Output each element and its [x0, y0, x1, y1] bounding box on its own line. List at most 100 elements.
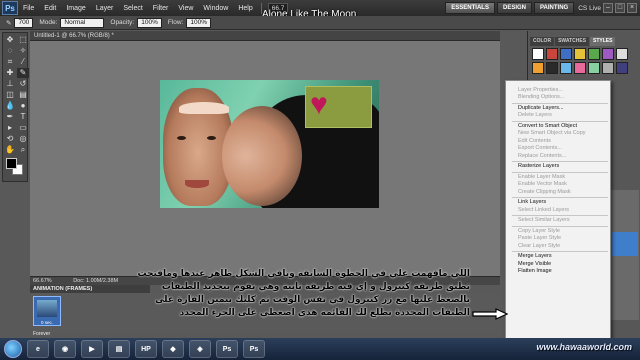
clone-stamp-tool-icon[interactable]: ⊥: [4, 79, 16, 89]
style-swatch[interactable]: [602, 48, 614, 60]
watermark-text: www.hawaaworld.com: [536, 342, 632, 352]
style-swatch[interactable]: [602, 62, 614, 74]
workspace-design-button[interactable]: DESIGN: [496, 2, 532, 14]
taskbar-button[interactable]: ▶: [81, 340, 103, 358]
path-select-tool-icon[interactable]: ▸: [4, 123, 16, 133]
gradient-tool-icon[interactable]: ▤: [17, 90, 29, 100]
pen-tool-icon[interactable]: ✒: [4, 112, 16, 122]
taskbar-button[interactable]: ▤: [108, 340, 130, 358]
opacity-field[interactable]: 100%: [137, 17, 162, 28]
style-swatch[interactable]: [532, 48, 544, 60]
brush-icon[interactable]: ✎: [6, 19, 11, 27]
marquee-tool-icon[interactable]: ⬚: [17, 35, 29, 45]
context-menu-item: Paste Layer Style: [518, 235, 562, 242]
taskbar-button-photoshop[interactable]: Ps: [216, 340, 238, 358]
zoom-tool-icon[interactable]: ⌕: [17, 145, 29, 155]
style-swatch[interactable]: [588, 62, 600, 74]
style-swatch[interactable]: [616, 48, 628, 60]
menu-view[interactable]: View: [173, 5, 198, 12]
context-menu-item[interactable]: Rasterize Layers: [518, 163, 610, 170]
menu-select[interactable]: Select: [118, 5, 147, 12]
arabic-instruction-text: اللي مافهمت علي في الخطوة السابقة وباقي …: [130, 268, 470, 320]
dodge-tool-icon[interactable]: ●: [17, 101, 29, 111]
context-menu-item: Replace Contents...: [518, 152, 567, 159]
mode-select[interactable]: Normal: [60, 17, 105, 28]
arabic-line: بالضغط عليها مع زر كنترول في نفس الوقت ث…: [155, 295, 470, 305]
flow-field[interactable]: 100%: [186, 17, 212, 28]
close-icon[interactable]: ×: [627, 3, 637, 13]
quick-select-tool-icon[interactable]: ✧: [17, 46, 29, 56]
blur-tool-icon[interactable]: 💧: [4, 101, 16, 111]
taskbar-button-photoshop[interactable]: Ps: [243, 340, 265, 358]
style-swatch[interactable]: [588, 48, 600, 60]
context-menu-item: Copy Layer Style: [518, 227, 560, 234]
3d-orbit-tool-icon[interactable]: ◎: [17, 134, 29, 144]
healing-tool-icon[interactable]: ✚: [4, 68, 16, 78]
style-swatch[interactable]: [560, 62, 572, 74]
brush-tool-icon[interactable]: ✎: [17, 68, 29, 78]
type-tool-icon[interactable]: T: [17, 112, 29, 122]
frame-delay-label[interactable]: 0 sec.: [34, 320, 60, 325]
menu-edit[interactable]: Edit: [39, 5, 61, 12]
eyedropper-tool-icon[interactable]: ⁄: [17, 57, 29, 67]
workspace-essentials-button[interactable]: ESSENTIALS: [445, 2, 495, 14]
style-swatch[interactable]: [616, 62, 628, 74]
style-swatch[interactable]: [546, 48, 558, 60]
history-brush-tool-icon[interactable]: ↺: [17, 79, 29, 89]
context-menu-item[interactable]: Flatten Image: [518, 268, 610, 275]
context-menu-item[interactable]: Link Layers: [518, 199, 610, 206]
minimize-icon[interactable]: –: [603, 3, 613, 13]
cs-live-button[interactable]: CS Live: [578, 5, 601, 12]
tab-swatches[interactable]: SWATCHES: [555, 37, 590, 46]
flow-label: Flow:: [167, 19, 184, 26]
brush-size-field[interactable]: 700: [14, 17, 34, 28]
context-menu-item[interactable]: Duplicate Layers...: [518, 105, 610, 112]
start-button-icon[interactable]: [4, 340, 22, 358]
taskbar-button[interactable]: ◆: [162, 340, 184, 358]
shape-tool-icon[interactable]: ▭: [17, 123, 29, 133]
zoom-readout[interactable]: 66.67%: [33, 278, 52, 284]
tab-color[interactable]: COLOR: [530, 37, 555, 46]
style-swatch[interactable]: [574, 48, 586, 60]
move-tool-icon[interactable]: ✥: [4, 35, 16, 45]
foreground-color-swatch[interactable]: [6, 158, 17, 169]
document-tab[interactable]: Untitled-1 @ 66.7% (RGB/8) *: [30, 31, 500, 41]
selected-layer-row[interactable]: [612, 232, 638, 256]
menu-layer[interactable]: Layer: [91, 5, 119, 12]
context-menu-item: Blending Options...: [518, 94, 565, 101]
arabic-line: تطبق طريقة كنترول و إي فيه طريقة ثانية و…: [161, 282, 470, 292]
style-swatch[interactable]: [532, 62, 544, 74]
taskbar-button[interactable]: ◉: [54, 340, 76, 358]
menu-file[interactable]: File: [18, 5, 39, 12]
context-menu-item[interactable]: Merge Visible: [518, 261, 610, 268]
style-swatch[interactable]: [574, 62, 586, 74]
maximize-icon[interactable]: □: [615, 3, 625, 13]
eraser-tool-icon[interactable]: ◫: [4, 90, 16, 100]
hand-tool-icon[interactable]: ✋: [4, 145, 16, 155]
animation-frame-1[interactable]: 0 sec.: [33, 296, 61, 326]
menu-window[interactable]: Window: [198, 5, 233, 12]
heart-icon: ♥: [310, 88, 328, 121]
style-swatch[interactable]: [546, 62, 558, 74]
context-menu-item[interactable]: Merge Layers: [518, 253, 610, 260]
styles-panel-tabs: COLOR SWATCHES STYLES: [530, 37, 640, 46]
taskbar-button[interactable]: e: [27, 340, 49, 358]
menu-separator: [512, 215, 608, 216]
menu-image[interactable]: Image: [61, 5, 90, 12]
tab-styles[interactable]: STYLES: [590, 37, 616, 46]
style-swatch[interactable]: [560, 48, 572, 60]
loop-option-select[interactable]: Forever: [33, 331, 50, 337]
lasso-tool-icon[interactable]: ◌: [4, 46, 16, 56]
context-menu-item[interactable]: Convert to Smart Object: [518, 123, 610, 130]
taskbar-button[interactable]: ◈: [189, 340, 211, 358]
menu-separator: [512, 225, 608, 227]
3d-rotate-tool-icon[interactable]: ⟲: [4, 134, 16, 144]
styles-grid: [532, 48, 632, 84]
tool-options-bar: ✎ 700 Mode: Normal Opacity: 100% Flow: 1…: [0, 16, 640, 30]
menu-help[interactable]: Help: [233, 5, 257, 12]
menu-filter[interactable]: Filter: [148, 5, 174, 12]
taskbar-button[interactable]: HP: [135, 340, 157, 358]
crop-tool-icon[interactable]: ⌗: [4, 57, 16, 67]
menu-separator: [512, 197, 608, 198]
workspace-painting-button[interactable]: PAINTING: [534, 2, 575, 14]
